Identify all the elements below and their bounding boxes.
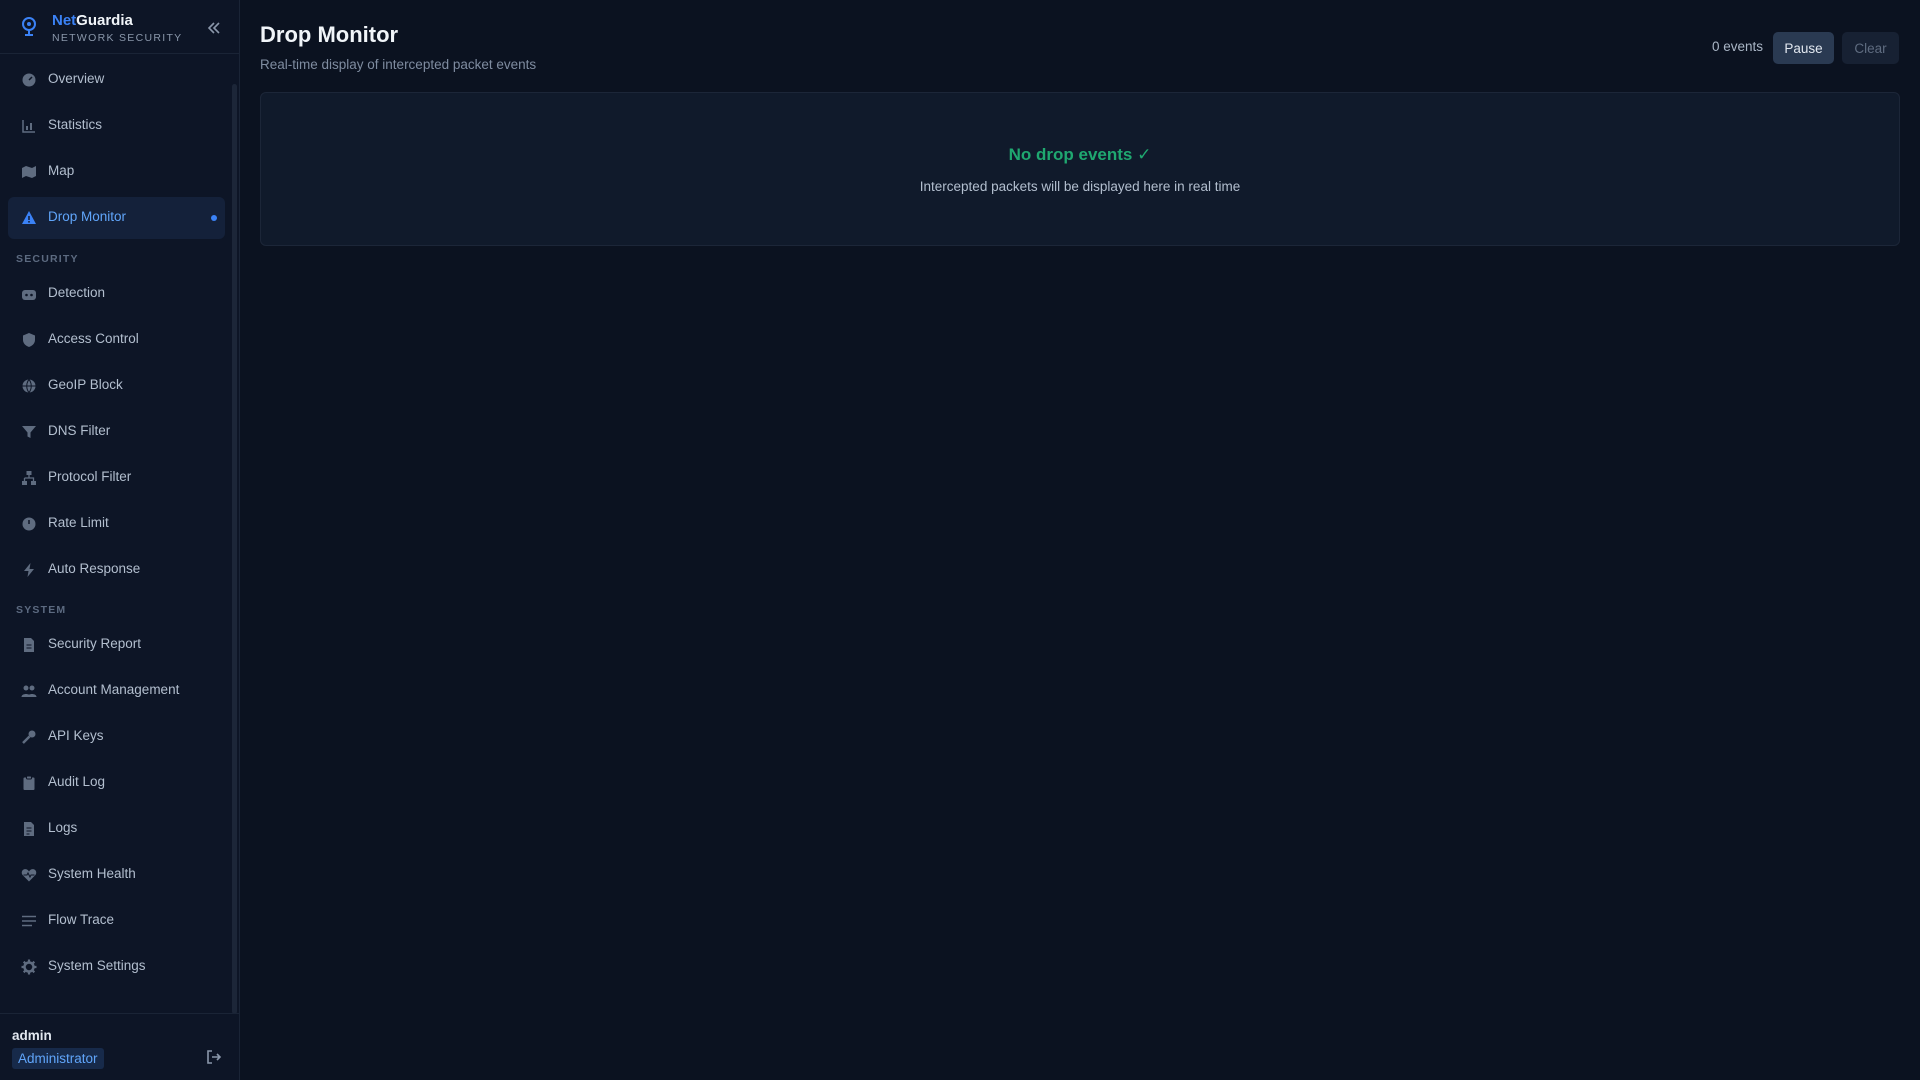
sidebar-item-protocol-filter[interactable]: Protocol Filter — [8, 457, 225, 499]
sidebar-item-overview[interactable]: Overview — [8, 59, 225, 101]
sidebar-item-logs[interactable]: Logs — [8, 808, 225, 850]
section-label-system: SYSTEM — [16, 604, 67, 616]
sidebar-item-detection[interactable]: Detection — [8, 273, 225, 315]
empty-state-title: No drop events ✓ — [1008, 145, 1152, 164]
sidebar-item-flow-trace[interactable]: Flow Trace — [8, 900, 225, 942]
sidebar-item-account-management[interactable]: Account Management — [8, 670, 225, 712]
sidebar-item-system-health[interactable]: System Health — [8, 854, 225, 896]
funnel-icon — [22, 426, 36, 438]
collapse-sidebar-icon[interactable] — [204, 18, 224, 38]
sidebar-item-geoip-block[interactable]: GeoIP Block — [8, 365, 225, 407]
sidebar-item-api-keys[interactable]: API Keys — [8, 716, 225, 758]
page-title: Drop Monitor — [260, 22, 399, 47]
brand-name: NetGuardia — [52, 12, 133, 29]
sidebar-item-label: Audit Log — [48, 774, 106, 789]
sidebar-item-label: Account Management — [48, 682, 180, 697]
sidebar-item-label: Drop Monitor — [48, 209, 127, 224]
sidebar-item-auto-response[interactable]: Auto Response — [8, 549, 225, 591]
map-icon — [22, 166, 36, 178]
sidebar-item-system-settings[interactable]: System Settings — [8, 946, 225, 988]
sidebar-item-label: Security Report — [48, 636, 142, 651]
sidebar-item-dns-filter[interactable]: DNS Filter — [8, 411, 225, 453]
list-icon — [22, 915, 36, 927]
sidebar-item-label: Auto Response — [48, 561, 141, 576]
pause-button[interactable]: Pause — [1773, 32, 1834, 64]
drop-events-panel: No drop events ✓ Intercepted packets wil… — [260, 92, 1900, 246]
brand-name-part1: Net — [52, 12, 77, 29]
network-icon — [22, 471, 36, 485]
brand-header: NetGuardia NETWORK SECURITY — [0, 0, 240, 54]
section-label-security: SECURITY — [16, 253, 79, 265]
brand-subtitle: NETWORK SECURITY — [52, 32, 183, 44]
sidebar-item-label: Rate Limit — [48, 515, 109, 530]
clipboard-icon — [23, 775, 35, 790]
sidebar-item-rate-limit[interactable]: Rate Limit — [8, 503, 225, 545]
active-indicator-dot — [211, 215, 217, 221]
sidebar-item-label: Overview — [48, 71, 105, 86]
sidebar-item-label: DNS Filter — [48, 423, 111, 438]
warning-triangle-icon — [22, 211, 36, 224]
sidebar-item-label: Protocol Filter — [48, 469, 132, 484]
radar-logo-icon — [22, 17, 36, 36]
sidebar-item-label: Logs — [48, 820, 78, 835]
sidebar-item-label: Flow Trace — [48, 912, 115, 927]
gauge-icon — [22, 73, 36, 87]
user-panel: admin Administrator — [0, 1013, 240, 1080]
sidebar-scrollbar[interactable] — [232, 84, 237, 1014]
sidebar-item-label: System Health — [48, 866, 136, 881]
sidebar-item-label: Access Control — [48, 331, 139, 346]
sidebar-item-audit-log[interactable]: Audit Log — [8, 762, 225, 804]
clear-button[interactable]: Clear — [1842, 32, 1899, 64]
brand-name-part2: Guardia — [76, 12, 133, 29]
lightning-icon — [24, 563, 34, 577]
document-icon — [24, 638, 34, 652]
robot-icon — [22, 290, 36, 300]
sidebar-item-label: System Settings — [48, 958, 146, 973]
user-name: admin — [12, 1028, 52, 1043]
gear-icon — [21, 959, 37, 975]
sidebar-item-label: GeoIP Block — [48, 377, 123, 392]
role-badge: Administrator — [12, 1048, 104, 1069]
sidebar-item-label: Detection — [48, 285, 106, 300]
bar-chart-icon — [22, 120, 35, 133]
page-subtitle: Real-time display of intercepted packet … — [260, 57, 537, 72]
sidebar-item-label: Map — [48, 163, 75, 178]
file-icon — [24, 822, 34, 836]
sidebar-item-security-report[interactable]: Security Report — [8, 624, 225, 666]
globe-icon — [22, 379, 36, 394]
users-icon — [21, 685, 37, 697]
sidebar-item-map[interactable]: Map — [8, 151, 225, 193]
gauge-icon — [22, 517, 36, 531]
shield-icon — [23, 333, 35, 347]
sidebar-item-statistics[interactable]: Statistics — [8, 105, 225, 147]
sidebar-item-drop-monitor[interactable]: Drop Monitor — [8, 197, 225, 239]
sidebar-item-label: API Keys — [48, 728, 104, 743]
sidebar-item-access-control[interactable]: Access Control — [8, 319, 225, 361]
heartbeat-icon — [21, 869, 37, 882]
logout-icon[interactable] — [205, 1048, 223, 1066]
key-icon — [22, 730, 36, 744]
sidebar: NetGuardia NETWORK SECURITY Overview Sta… — [0, 0, 240, 1080]
event-count: 0 events — [1712, 39, 1764, 54]
sidebar-item-label: Statistics — [48, 117, 103, 132]
empty-state-description: Intercepted packets will be displayed he… — [919, 179, 1241, 194]
